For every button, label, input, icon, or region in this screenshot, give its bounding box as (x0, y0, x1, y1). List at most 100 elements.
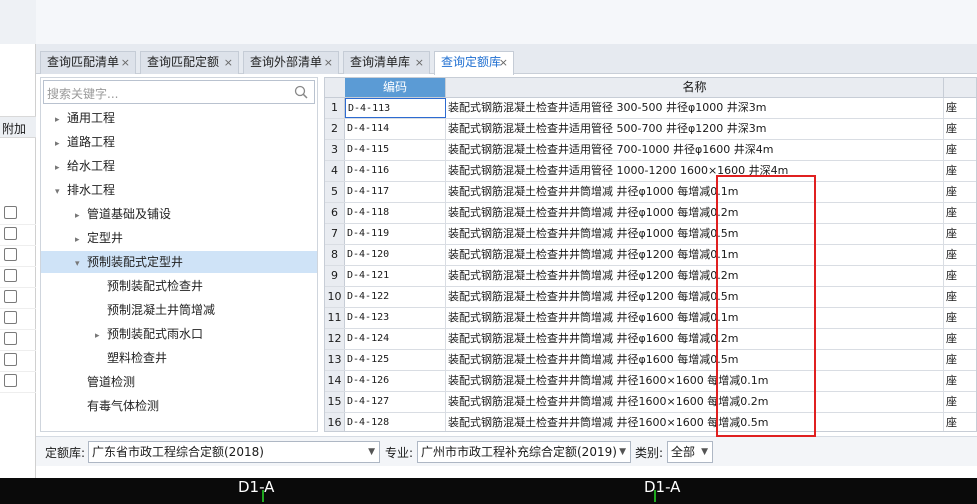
tree-item[interactable]: ▸ 道路工程 (55, 131, 317, 153)
name-cell[interactable]: 装配式钢筋混凝土检查井井筒增减 井径φ1000 每增减0.1m (446, 182, 944, 202)
table-row[interactable]: 9 D-4-121 装配式钢筋混凝土检查井井筒增减 井径φ1200 每增减0.2m 座 (325, 266, 976, 287)
caret-right-icon[interactable]: ▸ (75, 205, 87, 227)
unit-cell[interactable]: 座 (944, 140, 976, 160)
unit-cell[interactable]: 座 (944, 287, 976, 307)
code-cell[interactable]: D-4-114 (345, 119, 446, 139)
attach-checkbox[interactable] (4, 227, 17, 240)
name-cell[interactable]: 装配式钢筋混凝土检查井适用管径 500-700 井径φ1200 井深3m (446, 119, 944, 139)
code-cell[interactable]: D-4-126 (345, 371, 446, 391)
table-row[interactable]: 7 D-4-119 装配式钢筋混凝土检查井井筒增减 井径φ1000 每增减0.5m 座 (325, 224, 976, 245)
name-cell[interactable]: 装配式钢筋混凝土检查井井筒增减 井径φ1200 每增减0.5m (446, 287, 944, 307)
close-icon[interactable]: × (324, 52, 333, 73)
tree-item[interactable]: 管道检测 (75, 371, 317, 393)
unit-cell[interactable]: 座 (944, 203, 976, 223)
tree-item[interactable]: ▸ 定型井 (75, 227, 317, 249)
code-cell[interactable]: D-4-120 (345, 245, 446, 265)
close-icon[interactable]: × (499, 52, 508, 73)
unit-cell[interactable]: 座 (944, 329, 976, 349)
row-number[interactable]: 11 (325, 308, 345, 328)
attach-checkbox[interactable] (4, 290, 17, 303)
search-input[interactable]: 搜索关键字... (47, 85, 118, 102)
caret-right-icon[interactable]: ▸ (75, 229, 87, 251)
tree-item[interactable]: 预制混凝土井筒增减 (95, 299, 317, 321)
code-cell[interactable]: D-4-128 (345, 413, 446, 431)
table-row[interactable]: 13 D-4-125 装配式钢筋混凝土检查井井筒增减 井径φ1600 每增减0.5m… (325, 350, 976, 371)
caret-right-icon[interactable]: ▸ (55, 157, 67, 179)
row-number[interactable]: 1 (325, 98, 345, 118)
tab-3[interactable]: 查询外部清单 × (243, 51, 339, 74)
name-cell[interactable]: 装配式钢筋混凝土检查井适用管径 300-500 井径φ1000 井深3m (446, 98, 944, 118)
unit-cell[interactable]: 座 (944, 98, 976, 118)
unit-column-header[interactable] (944, 78, 976, 98)
unit-cell[interactable]: 座 (944, 224, 976, 244)
unit-cell[interactable]: 座 (944, 371, 976, 391)
unit-cell[interactable]: 座 (944, 119, 976, 139)
name-cell[interactable]: 装配式钢筋混凝土检查井井筒增减 井径φ1200 每增减0.2m (446, 266, 944, 286)
tab-1[interactable]: 查询匹配清单 × (40, 51, 136, 74)
tab-5[interactable]: 查询定额库 × (434, 51, 514, 75)
tree-item[interactable]: 有毒气体检测 (75, 395, 317, 417)
name-cell[interactable]: 装配式钢筋混凝土检查井井筒增减 井径1600×1600 每增减0.2m (446, 392, 944, 412)
caret-right-icon[interactable]: ▸ (55, 133, 67, 155)
row-number[interactable]: 14 (325, 371, 345, 391)
tree-item[interactable]: ▸ 预制装配式雨水口 (95, 323, 317, 345)
tree-item[interactable]: ▸ 给水工程 (55, 155, 317, 177)
unit-cell[interactable]: 座 (944, 350, 976, 370)
code-cell[interactable]: D-4-123 (345, 308, 446, 328)
row-number[interactable]: 13 (325, 350, 345, 370)
search-box[interactable]: 搜索关键字... (43, 80, 315, 104)
tree-item[interactable]: 塑料检查井 (95, 347, 317, 369)
attach-checkbox[interactable] (4, 248, 17, 261)
row-number[interactable]: 12 (325, 329, 345, 349)
table-row[interactable]: 10 D-4-122 装配式钢筋混凝土检查井井筒增减 井径φ1200 每增减0.5m… (325, 287, 976, 308)
code-cell[interactable]: D-4-113 (345, 98, 446, 118)
attach-checkbox[interactable] (4, 353, 17, 366)
tree-item[interactable]: 预制装配式检查井 (95, 275, 317, 297)
code-cell[interactable]: D-4-125 (345, 350, 446, 370)
unit-cell[interactable]: 座 (944, 266, 976, 286)
unit-cell[interactable]: 座 (944, 161, 976, 181)
close-icon[interactable]: × (224, 52, 233, 73)
row-number[interactable]: 9 (325, 266, 345, 286)
caret-down-icon[interactable]: ▾ (55, 181, 67, 203)
unit-cell[interactable]: 座 (944, 308, 976, 328)
name-cell[interactable]: 装配式钢筋混凝土检查井井筒增减 井径φ1600 每增减0.2m (446, 329, 944, 349)
attach-checkbox[interactable] (4, 311, 17, 324)
name-cell[interactable]: 装配式钢筋混凝土检查井井筒增减 井径1600×1600 每增减0.1m (446, 371, 944, 391)
unit-cell[interactable]: 座 (944, 182, 976, 202)
category-select[interactable]: 全部 ▼ (667, 441, 713, 463)
table-row[interactable]: 12 D-4-124 装配式钢筋混凝土检查井井筒增减 井径φ1600 每增减0.2m… (325, 329, 976, 350)
name-cell[interactable]: 装配式钢筋混凝土检查井井筒增减 井径1600×1600 每增减0.5m (446, 413, 944, 431)
row-number[interactable]: 8 (325, 245, 345, 265)
table-row[interactable]: 6 D-4-118 装配式钢筋混凝土检查井井筒增减 井径φ1000 每增减0.2m 座 (325, 203, 976, 224)
name-column-header[interactable]: 名称 (446, 78, 944, 98)
unit-cell[interactable]: 座 (944, 413, 976, 431)
code-cell[interactable]: D-4-115 (345, 140, 446, 160)
attach-checkbox[interactable] (4, 269, 17, 282)
code-cell[interactable]: D-4-127 (345, 392, 446, 412)
code-cell[interactable]: D-4-117 (345, 182, 446, 202)
close-icon[interactable]: × (121, 52, 130, 73)
tree-item[interactable]: ▾ 排水工程 (55, 179, 317, 201)
table-row[interactable]: 11 D-4-123 装配式钢筋混凝土检查井井筒增减 井径φ1600 每增减0.1m… (325, 308, 976, 329)
table-row[interactable]: 3 D-4-115 装配式钢筋混凝土检查井适用管径 700-1000 井径φ1600… (325, 140, 976, 161)
table-row[interactable]: 8 D-4-120 装配式钢筋混凝土检查井井筒增减 井径φ1200 每增减0.1m 座 (325, 245, 976, 266)
table-row[interactable]: 15 D-4-127 装配式钢筋混凝土检查井井筒增减 井径1600×1600 每增减… (325, 392, 976, 413)
name-cell[interactable]: 装配式钢筋混凝土检查井井筒增减 井径φ1000 每增减0.2m (446, 203, 944, 223)
table-row[interactable]: 16 D-4-128 装配式钢筋混凝土检查井井筒增减 井径1600×1600 每增减… (325, 413, 976, 431)
table-row[interactable]: 2 D-4-114 装配式钢筋混凝土检查井适用管径 500-700 井径φ1200 … (325, 119, 976, 140)
row-number[interactable]: 15 (325, 392, 345, 412)
table-row[interactable]: 1 D-4-113 装配式钢筋混凝土检查井适用管径 300-500 井径φ1000 … (325, 98, 976, 119)
search-icon[interactable] (294, 85, 308, 99)
name-cell[interactable]: 装配式钢筋混凝土检查井适用管径 700-1000 井径φ1600 井深4m (446, 140, 944, 160)
name-cell[interactable]: 装配式钢筋混凝土检查井井筒增减 井径φ1000 每增减0.5m (446, 224, 944, 244)
code-cell[interactable]: D-4-122 (345, 287, 446, 307)
tab-4[interactable]: 查询清单库 × (343, 51, 430, 74)
code-cell[interactable]: D-4-118 (345, 203, 446, 223)
row-number[interactable]: 5 (325, 182, 345, 202)
caret-right-icon[interactable]: ▸ (95, 325, 107, 347)
row-number[interactable]: 10 (325, 287, 345, 307)
row-number[interactable]: 4 (325, 161, 345, 181)
name-cell[interactable]: 装配式钢筋混凝土检查井适用管径 1000-1200 1600×1600 井深4m (446, 161, 944, 181)
caret-right-icon[interactable]: ▸ (55, 109, 67, 131)
